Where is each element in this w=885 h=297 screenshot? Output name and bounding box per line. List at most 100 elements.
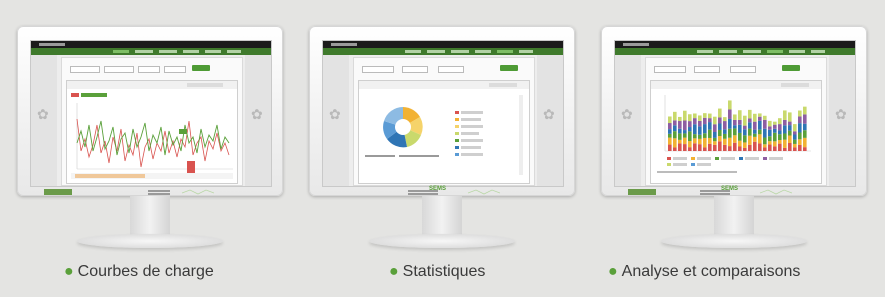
mini-bar-segment [768, 136, 772, 142]
mini-bar-segment [713, 137, 717, 142]
monitor-stand-neck [130, 196, 170, 238]
mini-bar-segment [743, 135, 747, 143]
mini-bar-segment [758, 134, 762, 144]
mini-bar-segment [783, 147, 787, 151]
mini-bar-segment [768, 129, 772, 137]
mini-bar-segment [708, 118, 712, 123]
mini-bar-segment [718, 108, 722, 118]
mini-bar-segment [783, 133, 787, 140]
chart-panel [358, 80, 530, 184]
mini-bar-segment [768, 141, 772, 145]
leaf-logo-icon: ✿ [251, 106, 263, 122]
mini-bar-segment [793, 131, 797, 135]
mini-bar-segment [718, 141, 722, 151]
mini-bar-segment [723, 133, 727, 139]
mini-bar-segment [788, 112, 792, 122]
statistics-pie-chart [359, 81, 529, 175]
side-panel: ✿ [245, 55, 271, 186]
leaf-logo-icon: ✿ [329, 106, 341, 122]
mini-bar-segment [703, 124, 707, 134]
mini-bar-segment [703, 113, 707, 118]
mini-bar-segment [683, 130, 687, 134]
mini-bar-segment [678, 139, 682, 144]
mini-bar-segment [683, 137, 687, 145]
mini-bar-segment [798, 116, 802, 124]
mini-bar-segment [673, 120, 677, 126]
mini-bar-segment [803, 106, 807, 115]
mini-bar-segment [738, 110, 742, 120]
mini-bar-segment [703, 147, 707, 151]
mini-bar-segment [698, 144, 702, 151]
mini-bar-segment [673, 111, 677, 121]
mini-bar-segment [753, 129, 757, 134]
mini-bar-segment [743, 125, 747, 130]
mini-bar-segment [693, 143, 697, 151]
mini-bar-segment [778, 124, 782, 131]
mini-bar-segment [748, 128, 752, 136]
mini-bar-segment [728, 100, 732, 110]
mini-bar-segment [668, 116, 672, 124]
mini-bar-segment [728, 146, 732, 151]
mini-bar-segment [683, 120, 687, 131]
mini-bar-segment [773, 121, 777, 125]
mini-bar-segment [733, 128, 737, 136]
mini-bar-segment [798, 110, 802, 117]
mini-bar-segment [688, 114, 692, 122]
monitor-bezel: ✿ ✿ [309, 26, 575, 196]
mini-bar-segment [768, 144, 772, 151]
mini-bar-segment [753, 113, 757, 122]
monitor-analysis: ✿ ✿ SEMS [601, 26, 867, 260]
mini-bar-segment [743, 129, 747, 136]
mini-bar-segment [753, 133, 757, 137]
mini-bar-segment [748, 135, 752, 145]
app-content [353, 57, 535, 186]
mini-bar-segment [773, 132, 777, 142]
filter-form [66, 61, 238, 75]
mini-bar-segment [673, 138, 677, 148]
monitor-stand-base [369, 234, 515, 248]
sems-logo-text: SEMS [721, 186, 739, 192]
mini-bar-segment [683, 144, 687, 151]
mini-bar-segment [723, 117, 727, 122]
app-navbar [323, 48, 563, 55]
mini-bar-segment [708, 143, 712, 151]
bullet-dot-icon: ● [608, 263, 618, 280]
mini-bar-segment [668, 123, 672, 130]
mini-bar-segment [698, 138, 702, 145]
mini-bar-segment [728, 118, 732, 129]
mini-bar-segment [733, 142, 737, 151]
mini-bar-segment [713, 144, 717, 151]
mini-bar-segment [743, 115, 747, 126]
mini-bar-segment [718, 117, 722, 124]
mini-bar-segment [743, 142, 747, 148]
monitor-bezel: ✿ ✿ [17, 26, 283, 196]
mini-bar-segment [738, 124, 742, 133]
mini-bar-segment [803, 114, 807, 124]
mini-bar-segment [693, 118, 697, 125]
mini-bar-segment [688, 131, 692, 142]
mini-bar-segment [683, 110, 687, 121]
mini-bar-segment [733, 125, 737, 129]
side-panel: ✿ [615, 55, 641, 186]
bullet-dot-icon: ● [389, 263, 399, 280]
mini-bar-segment [793, 139, 797, 144]
mini-bar-segment [778, 140, 782, 144]
app-topbar [323, 41, 563, 48]
monitor-statistics: ✿ ✿ SEMS [309, 26, 575, 260]
mini-bar-segment [668, 133, 672, 138]
mini-bar-segment [773, 141, 777, 147]
mini-bar-segment [703, 133, 707, 138]
mini-bar-segment [798, 123, 802, 133]
mini-bar-segment [758, 113, 762, 117]
mini-bar-segment [673, 147, 677, 151]
mini-bar-segment [763, 144, 767, 148]
mini-bar-segment [773, 128, 777, 133]
mini-bar-segment [788, 142, 792, 151]
mini-bar-segment [678, 116, 682, 122]
leaf-logo-icon: ✿ [543, 106, 555, 122]
leaf-logo-icon: ✿ [621, 106, 633, 122]
mini-bar-segment [778, 134, 782, 141]
mini-bar-segment [763, 137, 767, 145]
mini-bar-segment [713, 141, 717, 145]
mini-bar-segment [733, 114, 737, 120]
